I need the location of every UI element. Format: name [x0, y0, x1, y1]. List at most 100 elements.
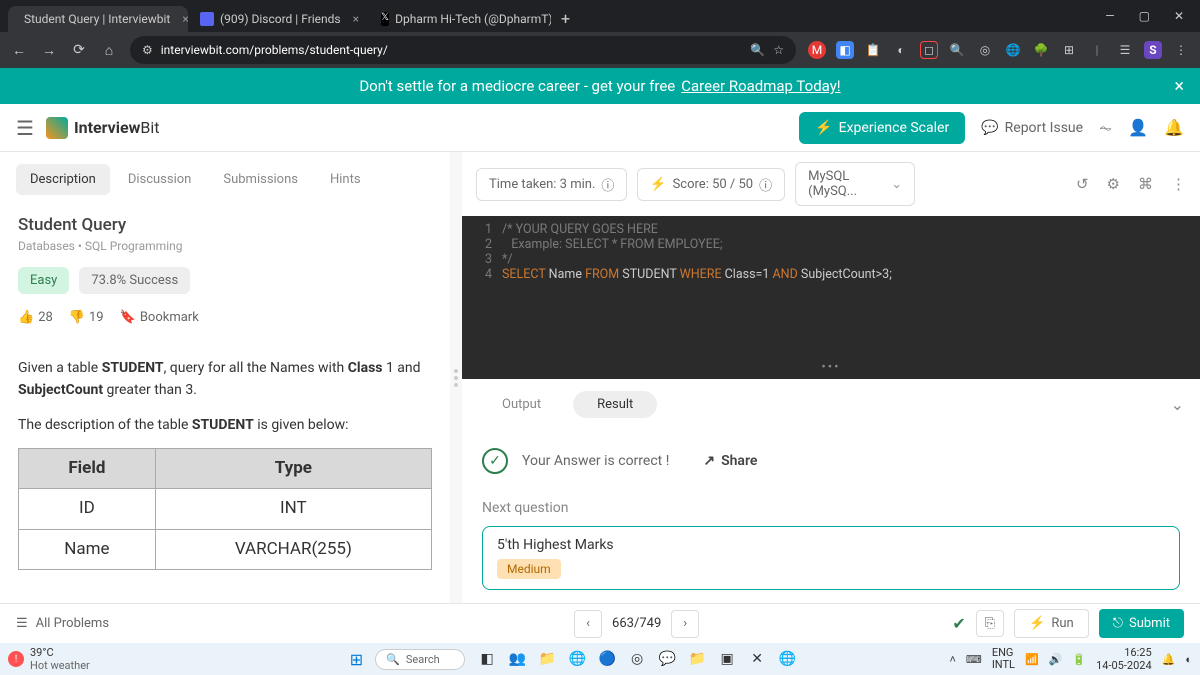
editor-resize-handle[interactable]: ••• [462, 356, 1200, 379]
taskbar-app[interactable]: 📁 [687, 649, 707, 669]
reading-list-icon[interactable]: ☰ [1116, 41, 1134, 59]
close-icon[interactable]: × [1174, 76, 1184, 97]
taskbar-app[interactable]: ◎ [627, 649, 647, 669]
taskbar-app[interactable]: 👥 [507, 649, 527, 669]
info-icon[interactable]: ⓘ [759, 175, 772, 194]
tab-output[interactable]: Output [478, 391, 565, 418]
tab-result[interactable]: Result [573, 391, 657, 418]
extension-icon[interactable]: ◻ [920, 41, 938, 59]
banner-link[interactable]: Career Roadmap Today! [681, 77, 840, 95]
activity-icon[interactable]: ⏦ [1099, 118, 1112, 138]
shortcuts-icon[interactable]: ⌘ [1138, 175, 1153, 193]
close-window-icon[interactable]: ✕ [1174, 9, 1184, 23]
tab-discussion[interactable]: Discussion [114, 164, 206, 195]
lang-b[interactable]: INTL [992, 659, 1015, 671]
report-label: Report Issue [1005, 120, 1083, 136]
star-icon[interactable]: ☆ [773, 43, 784, 57]
taskbar-app[interactable]: ✕ [747, 649, 767, 669]
taskbar-app[interactable]: ◧ [477, 649, 497, 669]
report-issue-button[interactable]: 💬 Report Issue [981, 120, 1083, 136]
user-icon[interactable]: 👤 [1128, 118, 1148, 137]
all-problems-button[interactable]: ☰ All Problems [16, 616, 109, 631]
reload-icon[interactable]: ⟳ [70, 41, 88, 59]
upvote-button[interactable]: 👍28 [18, 310, 53, 325]
button-label: Experience Scaler [839, 120, 950, 136]
extension-icon[interactable]: 📋 [864, 41, 882, 59]
forward-icon[interactable]: → [40, 41, 58, 59]
more-icon[interactable]: ⋮ [1171, 175, 1186, 193]
experience-scaler-button[interactable]: ⚡ Experience Scaler [799, 112, 965, 144]
console-button[interactable]: ⎘ [976, 610, 1004, 637]
taskbar-weather[interactable]: ! 39°C Hot weather [8, 646, 90, 672]
browser-tab[interactable]: (909) Discord | Friends × [190, 6, 369, 32]
tab-description[interactable]: Description [16, 164, 110, 195]
problem-description: Given a table STUDENT, query for all the… [18, 357, 432, 402]
info-icon[interactable]: ⓘ [601, 175, 614, 194]
taskbar-app[interactable]: 🌐 [567, 649, 587, 669]
extension-icon[interactable]: ◧ [836, 41, 854, 59]
extension-icon[interactable]: 🌐 [1004, 41, 1022, 59]
share-icon: ↗ [703, 453, 715, 469]
browser-tab[interactable]: 𝕏 Dpharm Hi-Tech (@DpharmT) / × [371, 6, 551, 32]
bookmark-button[interactable]: 🔖Bookmark [120, 310, 199, 325]
menu-icon[interactable]: ⋮ [1172, 41, 1190, 59]
taskbar-app[interactable]: 🔵 [597, 649, 617, 669]
wifi-icon[interactable]: 📶 [1025, 653, 1039, 666]
taskbar-clock[interactable]: 16:25 14-05-2024 [1096, 646, 1152, 672]
zoom-icon[interactable]: 🔍 [750, 43, 765, 57]
problem-tags: Databases • SQL Programming [18, 239, 432, 253]
browser-tab[interactable]: Student Query | Interviewbit × [8, 6, 188, 32]
home-icon[interactable]: ⌂ [100, 41, 118, 59]
bell-icon[interactable]: 🔔 [1164, 118, 1184, 137]
copilot-icon[interactable]: ◐ [1185, 653, 1192, 666]
profile-avatar[interactable]: S [1144, 41, 1162, 59]
share-button[interactable]: ↗Share [703, 453, 757, 469]
keyboard-icon[interactable]: ⌨ [966, 653, 982, 666]
taskbar-app[interactable]: 📁 [537, 649, 557, 669]
downvote-button[interactable]: 👎19 [69, 310, 104, 325]
tab-hints[interactable]: Hints [316, 164, 375, 195]
extension-icon[interactable]: ◎ [976, 41, 994, 59]
minimize-icon[interactable]: — [1105, 9, 1114, 23]
hamburger-icon[interactable]: ☰ [16, 116, 34, 140]
weather-alert-icon: ! [8, 651, 24, 667]
pane-resize-handle[interactable] [450, 152, 462, 603]
new-tab-button[interactable]: + [553, 5, 578, 32]
volume-icon[interactable]: 🔊 [1049, 653, 1063, 666]
maximize-icon[interactable]: ▢ [1139, 9, 1150, 23]
tray-chevron-icon[interactable]: ˄ [949, 653, 955, 666]
settings-icon[interactable]: ⚙ [1107, 175, 1120, 193]
run-button[interactable]: ⚡Run [1014, 609, 1089, 638]
extension-icon[interactable]: 🌳 [1032, 41, 1050, 59]
upvote-count: 28 [38, 310, 53, 325]
extension-icon[interactable]: 🔍 [948, 41, 966, 59]
taskbar-app[interactable]: 💬 [657, 649, 677, 669]
close-icon[interactable]: × [353, 12, 359, 26]
start-button[interactable]: ⊞ [350, 650, 363, 669]
tab-submissions[interactable]: Submissions [209, 164, 312, 195]
back-icon[interactable]: ← [10, 41, 28, 59]
temperature: 39°C [30, 646, 90, 659]
prev-problem-button[interactable]: ‹ [574, 610, 602, 638]
extension-icon[interactable]: ◐ [892, 41, 910, 59]
undo-icon[interactable]: ↺ [1076, 175, 1089, 193]
site-info-icon[interactable]: ⚙ [142, 43, 153, 57]
language-select[interactable]: MySQL (MySQ... [795, 162, 915, 206]
code-editor[interactable]: 1/* YOUR QUERY GOES HERE 2 Example: SELE… [462, 216, 1200, 356]
bolt-icon: ⚡ [1029, 616, 1045, 631]
logo[interactable]: InterviewBit [46, 117, 160, 139]
url-bar[interactable]: ⚙ interviewbit.com/problems/student-quer… [130, 36, 796, 64]
submit-button[interactable]: ⎋Submit [1099, 609, 1184, 638]
table-row: IDINT [19, 489, 432, 529]
taskbar-app[interactable]: 🌐 [777, 649, 797, 669]
extension-icon[interactable]: M [808, 41, 826, 59]
next-question-card[interactable]: 5'th Highest Marks Medium [482, 526, 1180, 590]
taskbar-app[interactable]: ▣ [717, 649, 737, 669]
chevron-down-icon[interactable]: ⌄ [1171, 395, 1184, 414]
notification-icon[interactable]: 🔔 [1162, 653, 1176, 666]
taskbar-search[interactable]: 🔍Search [375, 649, 465, 670]
next-problem-button[interactable]: › [671, 610, 699, 638]
extensions-icon[interactable]: ⊞ [1060, 41, 1078, 59]
battery-icon[interactable]: 🔋 [1072, 653, 1086, 666]
close-icon[interactable]: × [182, 12, 188, 26]
